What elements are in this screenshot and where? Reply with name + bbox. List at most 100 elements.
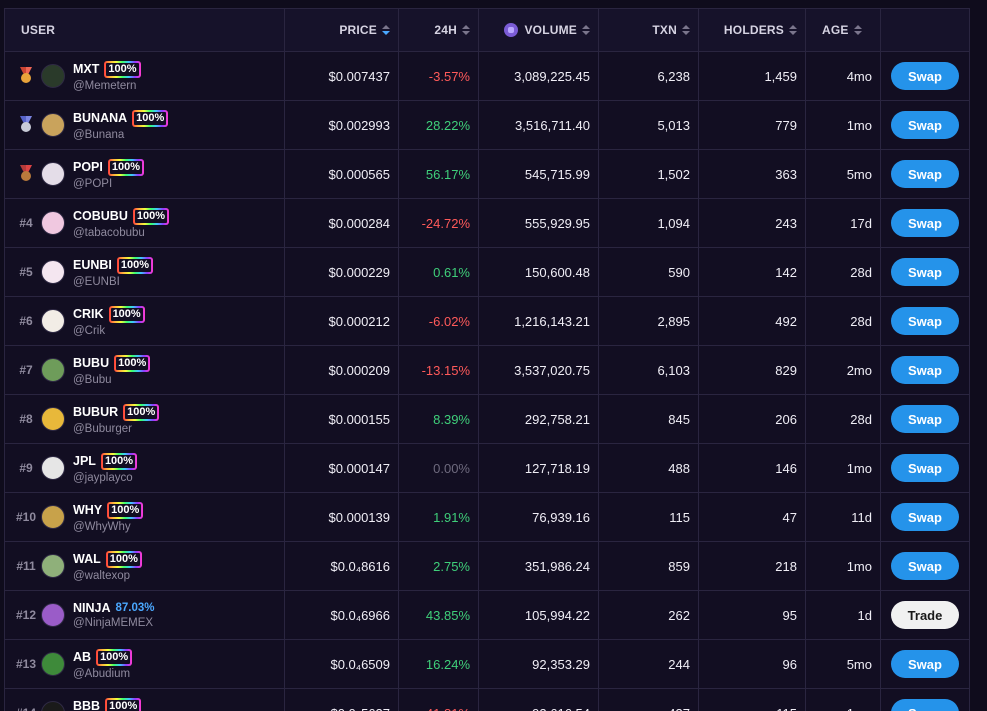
swap-button[interactable]: Swap — [891, 552, 959, 580]
table-row[interactable]: BUNANA 100% @Bunana $0.002993 28.22% 3,5… — [5, 100, 969, 149]
avatar[interactable] — [41, 260, 65, 284]
token-ticker[interactable]: BUBU — [73, 356, 109, 370]
token-ticker[interactable]: COBUBU — [73, 209, 128, 223]
token-handle[interactable]: @NinjaMEMEX — [73, 617, 155, 629]
volume-cell: 351,986.24 — [479, 542, 599, 590]
action-cell: Swap — [881, 248, 969, 296]
price-cell: $0.000209 — [285, 346, 399, 394]
change-cell: 43.85% — [399, 591, 479, 639]
avatar[interactable] — [41, 162, 65, 186]
token-handle[interactable]: @WhyWhy — [73, 521, 143, 533]
token-line: BBB 100% — [73, 698, 141, 711]
avatar[interactable] — [41, 211, 65, 235]
txn-value: 115 — [669, 509, 690, 525]
swap-button[interactable]: Swap — [891, 454, 959, 482]
volume-cell: 3,089,225.45 — [479, 52, 599, 100]
swap-button[interactable]: Swap — [891, 160, 959, 188]
avatar[interactable] — [41, 456, 65, 480]
swap-button[interactable]: Swap — [891, 405, 959, 433]
table-row[interactable]: #5 EUNBI 100% @EUNBI $0.000229 0.61% 150… — [5, 247, 969, 296]
swap-button[interactable]: Swap — [891, 209, 959, 237]
swap-button[interactable]: Swap — [891, 699, 959, 711]
token-handle[interactable]: @jayplayco — [73, 472, 137, 484]
table-row[interactable]: #4 COBUBU 100% @tabacobubu $0.000284 -24… — [5, 198, 969, 247]
table-row[interactable]: #8 BUBUR 100% @Buburger $0.000155 8.39% … — [5, 394, 969, 443]
token-ticker[interactable]: BUBUR — [73, 405, 118, 419]
avatar[interactable] — [41, 554, 65, 578]
table-row[interactable]: #10 WHY 100% @WhyWhy $0.000139 1.91% 76,… — [5, 492, 969, 541]
avatar[interactable] — [41, 309, 65, 333]
table-row[interactable]: #7 BUBU 100% @Bubu $0.000209 -13.15% 3,5… — [5, 345, 969, 394]
token-handle[interactable]: @Crik — [73, 325, 145, 337]
token-ticker[interactable]: POPI — [73, 160, 103, 174]
token-table: USER PRICE 24H VOLUME TXN HOLDERS AGE MX… — [4, 8, 970, 711]
token-handle[interactable]: @waltexop — [73, 570, 142, 582]
token-handle[interactable]: @Abudium — [73, 668, 132, 680]
table-row[interactable]: #13 AB 100% @Abudium $0.0₄6509 16.24% 92… — [5, 639, 969, 688]
token-handle[interactable]: @EUNBI — [73, 276, 153, 288]
holders-cell: 47 — [699, 493, 806, 541]
token-handle[interactable]: @Buburger — [73, 423, 159, 435]
col-volume[interactable]: VOLUME — [479, 9, 599, 51]
token-ticker[interactable]: EUNBI — [73, 258, 112, 272]
table-row[interactable]: #9 JPL 100% @jayplayco $0.000147 0.00% 1… — [5, 443, 969, 492]
col-price[interactable]: PRICE — [285, 9, 399, 51]
change-value: 28.22% — [425, 117, 470, 133]
swap-button[interactable]: Swap — [891, 307, 959, 335]
swap-button[interactable]: Swap — [891, 503, 959, 531]
token-handle[interactable]: @POPI — [73, 178, 144, 190]
token-handle[interactable]: @Bunana — [73, 129, 168, 141]
token-handle[interactable]: @Bubu — [73, 374, 150, 386]
table-row[interactable]: #14 BBB 100% @5bonacci $0.0₄5627 -41.81%… — [5, 688, 969, 711]
table-row[interactable]: #12 NINJA 87.03% @NinjaMEMEX $0.0₄6966 4… — [5, 590, 969, 639]
change-cell: 8.39% — [399, 395, 479, 443]
change-value: -3.57% — [428, 68, 470, 84]
token-ticker[interactable]: WHY — [73, 503, 102, 517]
token-ticker[interactable]: NINJA — [73, 601, 111, 615]
avatar[interactable] — [41, 701, 65, 711]
token-ticker[interactable]: MXT — [73, 62, 99, 76]
swap-button[interactable]: Swap — [891, 356, 959, 384]
swap-button[interactable]: Swap — [891, 258, 959, 286]
token-handle[interactable]: @Memetern — [73, 80, 141, 92]
price-cell: $0.000155 — [285, 395, 399, 443]
avatar[interactable] — [41, 358, 65, 382]
change-cell: 16.24% — [399, 640, 479, 688]
table-row[interactable]: #6 CRIK 100% @Crik $0.000212 -6.02% 1,21… — [5, 296, 969, 345]
age-value: 28d — [850, 411, 872, 427]
col-holders[interactable]: HOLDERS — [699, 9, 806, 51]
token-ticker[interactable]: BUNANA — [73, 111, 127, 125]
user-cell: #14 BBB 100% @5bonacci — [5, 689, 285, 711]
table-row[interactable]: #11 WAL 100% @waltexop $0.0₄8616 2.75% 3… — [5, 541, 969, 590]
token-ticker[interactable]: BBB — [73, 699, 100, 711]
age-value: 5mo — [846, 656, 872, 672]
avatar[interactable] — [41, 505, 65, 529]
avatar[interactable] — [41, 407, 65, 431]
volume-cell: 3,516,711.40 — [479, 101, 599, 149]
swap-button[interactable]: Swap — [891, 650, 959, 678]
token-handle[interactable]: @tabacobubu — [73, 227, 169, 239]
txn-value: 6,238 — [657, 68, 690, 84]
avatar[interactable] — [41, 603, 65, 627]
action-cell: Swap — [881, 395, 969, 443]
avatar[interactable] — [41, 652, 65, 676]
token-ticker[interactable]: AB — [73, 650, 91, 664]
avatar[interactable] — [41, 113, 65, 137]
col-age[interactable]: AGE — [806, 9, 881, 51]
token-ticker[interactable]: JPL — [73, 454, 96, 468]
trade-button[interactable]: Trade — [891, 601, 959, 629]
token-ticker[interactable]: CRIK — [73, 307, 104, 321]
token-ticker[interactable]: WAL — [73, 552, 101, 566]
table-row[interactable]: POPI 100% @POPI $0.000565 56.17% 545,715… — [5, 149, 969, 198]
col-24h[interactable]: 24H — [399, 9, 479, 51]
col-action — [881, 9, 969, 51]
price-value: $0.000209 — [328, 362, 390, 378]
swap-button[interactable]: Swap — [891, 62, 959, 90]
swap-button[interactable]: Swap — [891, 111, 959, 139]
user-cell: POPI 100% @POPI — [5, 150, 285, 198]
txn-value: 1,502 — [657, 166, 690, 182]
col-txn[interactable]: TXN — [599, 9, 699, 51]
avatar[interactable] — [41, 64, 65, 88]
token-leaderboard: USER PRICE 24H VOLUME TXN HOLDERS AGE MX… — [0, 0, 987, 711]
table-row[interactable]: MXT 100% @Memetern $0.007437 -3.57% 3,08… — [5, 51, 969, 100]
